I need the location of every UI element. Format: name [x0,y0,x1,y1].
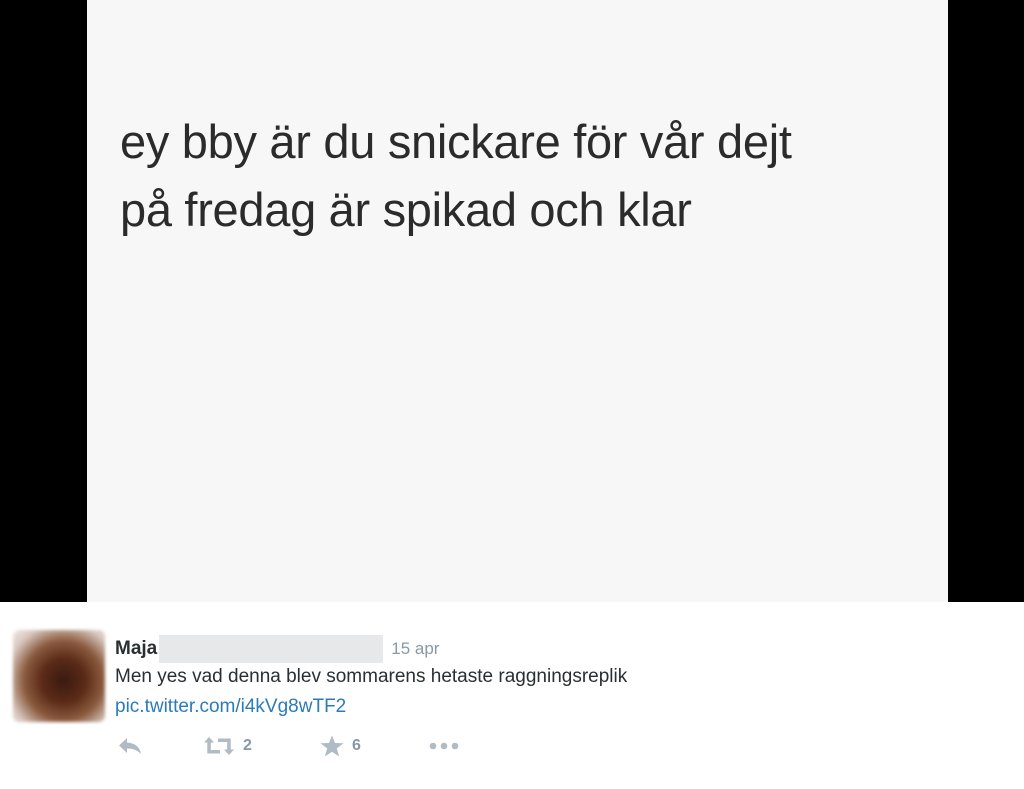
more-button[interactable] [428,734,460,758]
media-link[interactable]: pic.twitter.com/i4kVg8wTF2 [115,696,346,718]
media-line-2: på fredag är spikad och klar [120,183,692,236]
retweet-icon [203,736,235,756]
media-image[interactable]: ey bby är du snickare för vår dejt på fr… [87,0,948,602]
tweet-card: Maja 15 apr Men yes vad denna blev somma… [0,602,1024,789]
retweet-button[interactable]: 2 [203,734,252,758]
favorite-count: 6 [352,737,361,754]
tweet-timestamp[interactable]: 15 apr [391,639,439,659]
reply-button[interactable] [117,734,143,758]
tweet-header: Maja 15 apr [115,635,439,663]
tweet-media[interactable]: ey bby är du snickare för vår dejt på fr… [0,0,1024,602]
author-name[interactable]: Maja [115,638,157,660]
media-line-1: ey bby är du snickare för vår dejt [120,115,792,168]
favorite-button[interactable]: 6 [320,734,361,758]
redacted-handle [159,635,384,663]
more-dots-icon [428,741,460,751]
tweet-actions: 2 6 [117,734,517,758]
tweet-text: Men yes vad denna blev sommarens hetaste… [115,666,628,687]
media-caption: ey bby är du snickare för vår dejt på fr… [120,108,792,244]
avatar[interactable] [13,630,105,722]
retweet-count: 2 [243,737,252,754]
reply-icon [117,736,143,756]
star-icon [320,735,344,757]
